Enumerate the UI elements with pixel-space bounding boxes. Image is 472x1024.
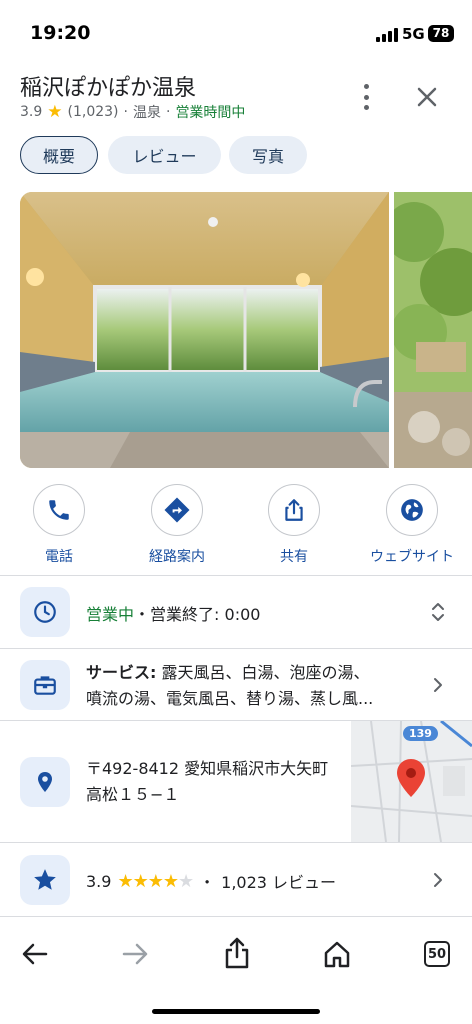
directions-button[interactable]: 経路案内 [127, 484, 227, 566]
services-row[interactable]: サービス: 露天風呂、白湯、泡座の湯、 噴流の湯、電気風呂、替り湯、蒸し風... [86, 660, 416, 712]
share-label: 共有 [280, 549, 308, 565]
reviews-count: 1,023 レビュー [221, 873, 337, 892]
reviews-dot: ・ [199, 873, 216, 892]
map-thumbnail[interactable]: 139 [351, 721, 472, 842]
network-type: 5G [402, 25, 425, 43]
address-line2: 高松１５−１ [86, 785, 180, 804]
star-icon: ★ [47, 102, 63, 122]
reviews-row[interactable]: 3.9 ★★★★★ ・ 1,023 レビュー [86, 869, 336, 893]
directions-label: 経路案内 [149, 549, 205, 565]
website-label: ウェブサイト [370, 549, 454, 565]
divider [0, 916, 472, 917]
place-title: 稲沢ぽかぽか温泉 [20, 76, 197, 101]
forward-arrow-icon[interactable] [120, 940, 150, 968]
more-options-icon[interactable] [358, 84, 374, 110]
clock-icon [20, 587, 70, 637]
signal-icon [376, 28, 398, 42]
share-button[interactable]: 共有 [244, 484, 344, 566]
tabs-count-button[interactable]: 50 [424, 941, 450, 967]
hours-closing: 営業終了: 0:00 [150, 605, 261, 624]
divider [0, 648, 472, 649]
divider [0, 575, 472, 576]
separator-dot: · [123, 104, 128, 120]
briefcase-icon [20, 660, 70, 710]
photo-bath-interior[interactable] [20, 192, 389, 468]
location-pin-icon [20, 757, 70, 807]
website-button[interactable]: ウェブサイト [362, 484, 462, 566]
share-page-icon[interactable] [222, 936, 252, 970]
hours-row[interactable]: 営業中・営業終了: 0:00 [86, 601, 260, 625]
reviews-rating: 3.9 [86, 871, 112, 891]
globe-icon [386, 484, 438, 536]
tab-reviews[interactable]: レビュー [108, 136, 221, 174]
services-heading: サービス: [86, 663, 157, 682]
tab-photos[interactable]: 写真 [229, 136, 307, 174]
review-count[interactable]: (1,023) [68, 104, 119, 120]
star-icon [20, 855, 70, 905]
chevron-right-icon[interactable] [428, 870, 448, 890]
route-badge: 139 [403, 726, 438, 741]
services-line1: 露天風呂、白湯、泡座の湯、 [161, 663, 370, 682]
place-summary: 3.9 ★ (1,023) · 温泉 · 営業時間中 [20, 102, 245, 122]
address-text[interactable]: 〒492-8412 愛知県稲沢市大矢町 高松１５−１ [86, 756, 328, 808]
star-rating-icon: ★★★★★ [117, 870, 194, 892]
hours-separator: ・ [134, 605, 151, 624]
home-icon[interactable] [322, 939, 352, 969]
call-label: 電話 [45, 549, 73, 565]
home-indicator [152, 1009, 320, 1014]
tab-overview[interactable]: 概要 [20, 136, 98, 174]
photo-garden[interactable] [394, 192, 472, 468]
chevron-right-icon[interactable] [428, 675, 448, 695]
close-icon[interactable] [410, 80, 444, 114]
hours-open-status: 営業中 [86, 605, 135, 624]
phone-icon [33, 484, 85, 536]
status-time: 19:20 [30, 22, 91, 44]
divider [0, 842, 472, 843]
share-icon [268, 484, 320, 536]
directions-icon [151, 484, 203, 536]
back-arrow-icon[interactable] [20, 940, 50, 968]
rating-value: 3.9 [20, 104, 43, 120]
call-button[interactable]: 電話 [9, 484, 109, 566]
services-line2: 噴流の湯、電気風呂、替り湯、蒸し風... [86, 689, 374, 708]
open-status[interactable]: 営業時間中 [175, 102, 245, 122]
expand-icon[interactable] [428, 600, 448, 624]
battery-icon: 78 [428, 25, 454, 42]
place-category: 温泉 [132, 105, 161, 121]
separator-dot: · [165, 104, 171, 120]
address-line1: 〒492-8412 愛知県稲沢市大矢町 [86, 759, 329, 778]
